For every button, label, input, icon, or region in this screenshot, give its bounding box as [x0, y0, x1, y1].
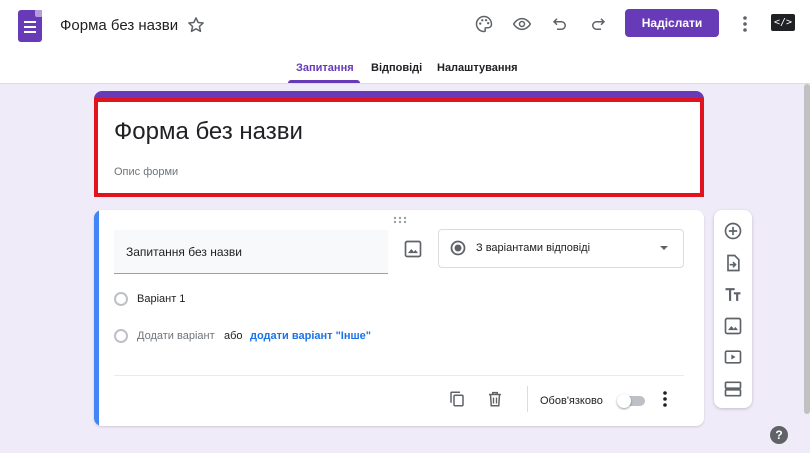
section-icon[interactable] — [722, 378, 744, 400]
active-card-indicator — [94, 210, 99, 426]
question-title-text: Запитання без назви — [126, 245, 242, 259]
highlight-box — [94, 98, 704, 197]
question-more-icon[interactable] — [658, 390, 672, 408]
document-title[interactable]: Форма без назви — [60, 17, 178, 34]
add-image-icon[interactable] — [403, 239, 423, 259]
redo-icon[interactable] — [586, 12, 610, 36]
add-circle-icon[interactable] — [722, 220, 744, 242]
tab-bar: Запитання Відповіді Налаштування — [0, 56, 810, 83]
page-scrollbar[interactable] — [804, 84, 810, 414]
radio-button-icon — [450, 240, 466, 256]
palette-icon[interactable] — [472, 12, 496, 36]
drag-handle-icon[interactable] — [393, 216, 407, 224]
title-text-icon[interactable] — [722, 284, 744, 306]
copy-icon[interactable] — [448, 390, 466, 408]
import-icon[interactable] — [722, 252, 744, 274]
add-other-option-link[interactable]: додати варіант "Інше" — [250, 330, 371, 342]
video-icon[interactable] — [722, 346, 744, 368]
active-tab-indicator — [288, 80, 360, 83]
question-type-label: З варіантами відповіді — [476, 242, 591, 254]
more-vert-icon[interactable] — [733, 12, 757, 36]
option-radio[interactable] — [114, 292, 128, 306]
add-option-radio — [114, 329, 128, 343]
toggle-knob — [617, 394, 631, 408]
trash-icon[interactable] — [486, 390, 504, 408]
star-icon[interactable] — [186, 15, 206, 35]
required-label: Обов'язково — [540, 395, 603, 407]
undo-icon[interactable] — [548, 12, 572, 36]
help-icon[interactable]: ? — [770, 426, 788, 444]
or-text: або — [224, 330, 243, 342]
tab-settings[interactable]: Налаштування — [437, 62, 518, 74]
forms-app-icon[interactable] — [18, 10, 42, 42]
embed-code-icon[interactable]: </> — [771, 14, 795, 31]
option-label[interactable]: Варіант 1 — [137, 293, 185, 305]
eye-icon[interactable] — [510, 12, 534, 36]
send-button[interactable]: Надіслати — [625, 9, 719, 37]
add-option-link[interactable]: Додати варіант — [137, 330, 215, 342]
tab-responses[interactable]: Відповіді — [371, 62, 422, 74]
tab-questions[interactable]: Запитання — [296, 62, 354, 74]
footer-vertical-divider — [527, 386, 528, 412]
image-icon[interactable] — [722, 315, 744, 337]
required-toggle[interactable] — [617, 394, 645, 408]
top-header: Форма без назви Надіслати </> Запитання … — [0, 0, 810, 84]
card-footer-divider — [114, 375, 684, 376]
chevron-down-icon — [660, 246, 668, 250]
